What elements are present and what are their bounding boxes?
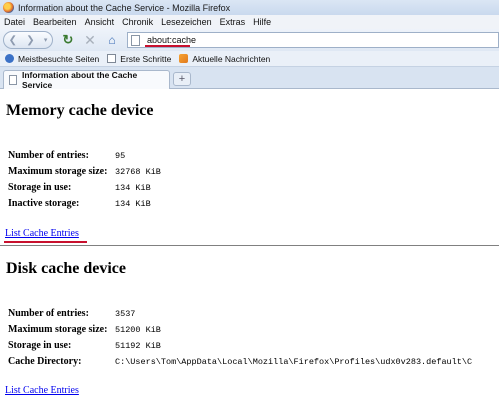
bookmark-label: Aktuelle Nachrichten <box>192 53 271 64</box>
title-bar: Information about the Cache Service - Mo… <box>0 0 499 15</box>
row-label: Maximum storage size: <box>8 166 108 177</box>
firefox-logo-icon <box>3 2 14 13</box>
url-text[interactable]: about:cache <box>147 35 196 45</box>
row-value: 51192 KiB <box>115 341 161 351</box>
row-label: Maximum storage size: <box>8 324 108 335</box>
row-label: Storage in use: <box>8 340 72 351</box>
row-value: C:\Users\Tom\AppData\Local\Mozilla\Firef… <box>115 357 473 367</box>
tab-strip: Information about the Cache Service + <box>0 67 499 90</box>
memory-row-entries: Number of entries: 95 <box>8 150 125 161</box>
menu-chronik[interactable]: Chronik <box>122 17 153 27</box>
back-arrow-icon[interactable]: ❮ <box>9 35 17 46</box>
row-label: Cache Directory: <box>8 356 82 367</box>
memory-row-max-size: Maximum storage size: 32768 KiB <box>8 166 161 177</box>
history-dropdown-icon[interactable]: ▾ <box>44 36 48 44</box>
bookmark-meistbesuchte-seiten[interactable]: Meistbesuchte Seiten <box>5 54 99 64</box>
section-divider <box>0 245 499 246</box>
row-value: 134 KiB <box>115 199 151 209</box>
menu-lesezeichen[interactable]: Lesezeichen <box>161 17 212 27</box>
menu-bar: Datei Bearbeiten Ansicht Chronik Lesezei… <box>0 15 499 29</box>
menu-bearbeiten[interactable]: Bearbeiten <box>33 17 77 27</box>
bookmark-aktuelle-nachrichten[interactable]: Aktuelle Nachrichten <box>179 54 270 64</box>
tab-label: Information about the Cache Service <box>21 70 138 90</box>
reload-icon[interactable]: ↻ <box>59 31 77 49</box>
disk-row-entries: Number of entries: 3537 <box>8 308 135 319</box>
url-annotation-underline <box>145 45 190 47</box>
row-value: 51200 KiB <box>115 325 161 335</box>
new-tab-button[interactable]: + <box>173 72 191 86</box>
disk-row-max-size: Maximum storage size: 51200 KiB <box>8 324 161 335</box>
memory-row-storage-in-use: Storage in use: 134 KiB <box>8 182 151 193</box>
memory-cache-heading: Memory cache device <box>6 102 154 119</box>
back-forward-group: ❮ ❯ ▾ <box>3 31 53 49</box>
row-value: 3537 <box>115 309 136 319</box>
menu-ansicht[interactable]: Ansicht <box>85 17 115 27</box>
disk-row-cache-directory: Cache Directory: C:\Users\Tom\AppData\Lo… <box>8 356 472 367</box>
most-visited-icon <box>5 54 14 63</box>
page-icon <box>9 75 17 85</box>
memory-row-inactive-storage: Inactive storage: 134 KiB <box>8 198 151 209</box>
rss-feed-icon <box>179 54 189 63</box>
bookmark-label: Meistbesuchte Seiten <box>18 53 100 64</box>
row-label: Number of entries: <box>8 308 89 319</box>
tab-cache-info[interactable]: Information about the Cache Service <box>3 70 170 90</box>
menu-extras[interactable]: Extras <box>220 17 246 27</box>
navigation-toolbar: ❮ ❯ ▾ ↻ ✕ ⌂ about:cache <box>0 29 499 51</box>
disk-row-storage-in-use: Storage in use: 51192 KiB <box>8 340 161 351</box>
menu-hilfe[interactable]: Hilfe <box>253 17 271 27</box>
forward-arrow-icon[interactable]: ❯ <box>26 35 34 46</box>
row-label: Storage in use: <box>8 182 72 193</box>
row-value: 32768 KiB <box>115 167 161 177</box>
page-icon <box>131 34 140 46</box>
page-content: Memory cache device Number of entries: 9… <box>0 90 499 409</box>
bookmark-erste-schritte[interactable]: Erste Schritte <box>107 54 171 64</box>
home-icon[interactable]: ⌂ <box>103 31 121 49</box>
disk-cache-heading: Disk cache device <box>6 260 126 277</box>
row-value: 134 KiB <box>115 183 151 193</box>
page-icon <box>107 54 117 63</box>
menu-datei[interactable]: Datei <box>4 17 25 27</box>
row-value: 95 <box>115 151 126 161</box>
stop-icon[interactable]: ✕ <box>81 31 99 49</box>
row-label: Inactive storage: <box>8 198 80 209</box>
bookmark-label: Erste Schritte <box>120 53 172 64</box>
disk-list-entries-link[interactable]: List Cache Entries <box>5 385 79 396</box>
bookmarks-toolbar: Meistbesuchte Seiten Erste Schritte Aktu… <box>0 51 499 67</box>
row-label: Number of entries: <box>8 150 89 161</box>
window-title: Information about the Cache Service - Mo… <box>18 2 231 13</box>
link-annotation-underline <box>4 241 87 243</box>
memory-list-entries-link[interactable]: List Cache Entries <box>5 228 79 239</box>
